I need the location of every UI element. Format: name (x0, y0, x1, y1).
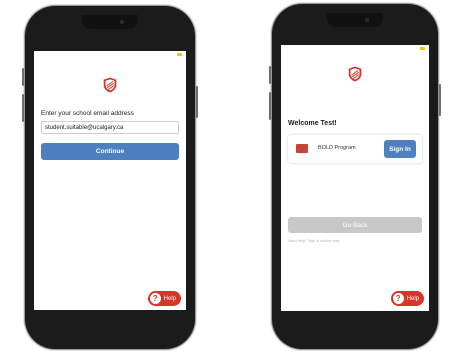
continue-button[interactable]: Continue (41, 143, 179, 160)
program-thumbnail (296, 144, 308, 153)
right-phone-frame: Welcome Test! BOLD Program Sign In Go Ba… (269, 4, 441, 349)
email-input[interactable]: student.suitable@ucalgary.ca (41, 121, 179, 134)
help-label: Help (406, 295, 419, 302)
help-button[interactable]: ? Help (147, 291, 181, 306)
phone-notch (82, 15, 138, 29)
help-hint-link[interactable]: Need Help? Sign in another way (288, 239, 340, 243)
left-phone-frame: Enter your school email address student.… (22, 6, 198, 349)
go-back-button[interactable]: Go Back (288, 217, 422, 233)
phone-side-button (22, 68, 24, 86)
left-phone-screen: Enter your school email address student.… (34, 15, 186, 340)
email-prompt-label: Enter your school email address (41, 110, 134, 117)
program-select-view: Welcome Test! BOLD Program Sign In Go Ba… (281, 45, 429, 311)
question-icon: ? (392, 293, 404, 304)
phone-side-button (439, 84, 441, 116)
help-button[interactable]: ? Help (390, 291, 424, 306)
phone-side-button (196, 86, 198, 118)
phone-side-button (269, 92, 271, 120)
status-indicator (420, 47, 425, 50)
shield-icon (348, 66, 362, 82)
shield-icon (103, 77, 117, 93)
email-entry-view: Enter your school email address student.… (34, 51, 186, 310)
welcome-heading: Welcome Test! (288, 120, 337, 127)
help-label: Help (163, 295, 176, 302)
sign-in-button[interactable]: Sign In (384, 140, 416, 158)
right-phone-screen: Welcome Test! BOLD Program Sign In Go Ba… (281, 13, 429, 340)
phone-side-button (269, 66, 271, 84)
camera-icon (365, 18, 369, 22)
program-name: BOLD Program (318, 145, 356, 151)
phone-notch (327, 13, 383, 27)
camera-icon (120, 20, 124, 24)
program-card: BOLD Program Sign In (288, 135, 422, 163)
question-icon: ? (149, 293, 161, 304)
phone-side-button (22, 94, 24, 122)
status-indicator (177, 53, 182, 56)
